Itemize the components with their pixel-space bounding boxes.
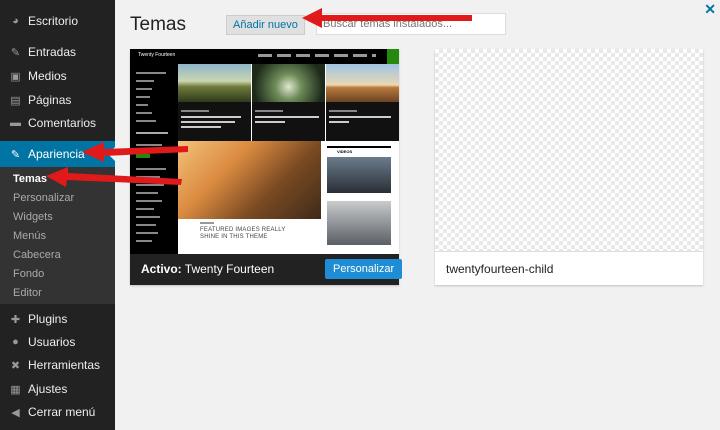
preview-videos-label: VIDEOS bbox=[337, 149, 353, 154]
submenu-item-editor[interactable]: Editor bbox=[0, 284, 115, 302]
sidebar-item-entradas[interactable]: ✎ Entradas bbox=[0, 40, 115, 64]
pin-icon: ✎ bbox=[10, 46, 21, 59]
sidebar-item-comentarios[interactable]: ▬ Comentarios bbox=[0, 111, 115, 135]
media-icon: ▣ bbox=[10, 70, 21, 83]
theme-card-child[interactable]: twentyfourteen-child bbox=[435, 49, 703, 285]
sidebar-item-usuarios[interactable]: ● Usuarios bbox=[0, 330, 115, 354]
active-theme-label: Activo: Twenty Fourteen bbox=[141, 262, 274, 276]
appearance-icon: ✎ bbox=[10, 148, 21, 161]
submenu-item-menús[interactable]: Menús bbox=[0, 227, 115, 245]
users-icon: ● bbox=[12, 336, 19, 348]
submenu-item-cabecera[interactable]: Cabecera bbox=[0, 246, 115, 264]
sidebar-item-ajustes[interactable]: ▦ Ajustes bbox=[0, 377, 115, 401]
preview-featured-post: FEATURED IMAGES REALLY SHINE IN THIS THE… bbox=[178, 141, 321, 254]
add-new-button[interactable]: Añadir nuevo bbox=[226, 15, 305, 35]
sidebar-item-label: Apariencia bbox=[28, 147, 85, 161]
sidebar-item-label: Herramientas bbox=[28, 358, 101, 372]
submenu-item-fondo[interactable]: Fondo bbox=[0, 265, 115, 283]
submenu-item-personalizar[interactable]: Personalizar bbox=[0, 189, 115, 207]
sidebar-item-escritorio[interactable]: ◕ Escritorio bbox=[0, 9, 115, 33]
sidebar-item-herramientas[interactable]: ✖ Herramientas bbox=[0, 353, 115, 377]
sidebar-item-label: Ajustes bbox=[28, 382, 68, 396]
preview-header: Twenty Fourteen bbox=[130, 49, 399, 64]
sidebar-item-label: Cerrar menú bbox=[28, 405, 96, 419]
active-prefix: Activo: bbox=[141, 262, 182, 276]
page-title: Temas bbox=[130, 14, 186, 35]
arrow-to-appearance bbox=[82, 142, 188, 162]
active-theme-bar: Activo: Twenty Fourteen Personalizar bbox=[130, 254, 403, 285]
admin-sidebar: ◕ Escritorio ✎ Entradas ▣ Medios ▤ Páginas ▬ Come… bbox=[0, 0, 115, 430]
preview-video-widget: VIDEOS bbox=[321, 141, 399, 254]
preview-feature-headline-2: SHINE IN THIS THEME bbox=[200, 234, 268, 240]
sidebar-item-label: Comentarios bbox=[28, 116, 97, 130]
sidebar-item-label: Plugins bbox=[28, 312, 68, 326]
comments-icon: ▬ bbox=[10, 117, 21, 129]
sidebar-item-páginas[interactable]: ▤ Páginas bbox=[0, 88, 115, 112]
close-icon[interactable]: ✕ bbox=[704, 1, 716, 18]
arrow-to-themes bbox=[46, 167, 182, 187]
child-theme-name: twentyfourteen-child bbox=[446, 262, 554, 276]
sidebar-item-label: Escritorio bbox=[28, 14, 79, 28]
sidebar-item-medios[interactable]: ▣ Medios bbox=[0, 64, 115, 88]
sidebar-item-cerrar-menú[interactable]: ◀ Cerrar menú bbox=[0, 400, 115, 424]
pages-icon: ▤ bbox=[10, 94, 21, 107]
dashboard-icon: ◕ bbox=[12, 15, 19, 27]
arrow-to-add-new bbox=[302, 8, 472, 28]
preview-post-grid bbox=[178, 64, 399, 141]
customize-button[interactable]: Personalizar bbox=[325, 259, 403, 279]
preview-feature-headline-1: FEATURED IMAGES REALLY bbox=[200, 227, 286, 233]
sidebar-item-label: Medios bbox=[28, 69, 67, 83]
submenu-item-widgets[interactable]: Widgets bbox=[0, 208, 115, 226]
settings-icon: ▦ bbox=[10, 383, 21, 396]
active-theme-name: Twenty Fourteen bbox=[184, 262, 275, 276]
plugins-icon: ✚ bbox=[10, 313, 21, 326]
sidebar-item-label: Entradas bbox=[28, 45, 77, 59]
preview-site-name: Twenty Fourteen bbox=[138, 52, 176, 58]
sidebar-item-plugins[interactable]: ✚ Plugins bbox=[0, 307, 115, 331]
collapse-icon: ◀ bbox=[11, 406, 20, 419]
sidebar-item-label: Páginas bbox=[28, 93, 72, 107]
tools-icon: ✖ bbox=[10, 359, 21, 372]
child-theme-placeholder bbox=[435, 49, 703, 252]
sidebar-item-label: Usuarios bbox=[28, 335, 76, 349]
